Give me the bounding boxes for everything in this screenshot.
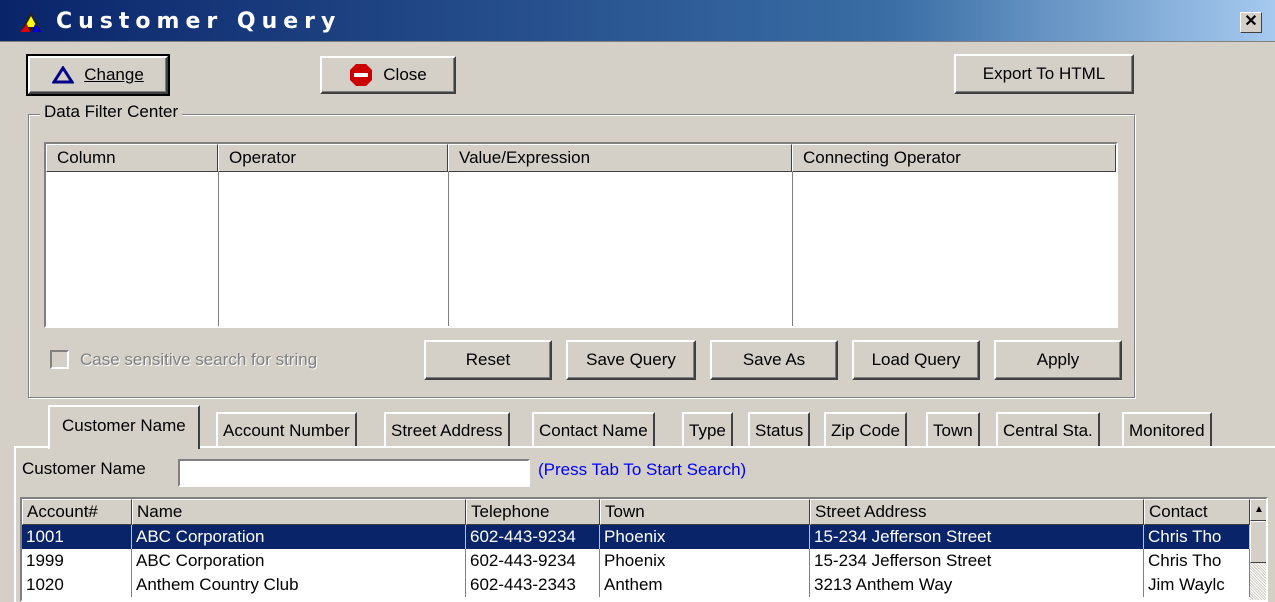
cell-telephone: 602-443-9234 <box>466 525 600 549</box>
customer-name-input[interactable] <box>178 459 530 487</box>
table-row[interactable]: 1020 Anthem Country Club 602-443-2343 An… <box>22 573 1250 597</box>
triangle-icon <box>52 66 75 84</box>
tab-status[interactable]: Status <box>748 412 811 448</box>
cell-town: Phoenix <box>600 525 810 549</box>
filter-column-header-column[interactable]: Column <box>46 144 218 172</box>
tab-zip-code[interactable]: Zip Code <box>824 412 907 448</box>
save-as-button[interactable]: Save As <box>710 340 838 380</box>
results-header-account[interactable]: Account# <box>22 499 132 525</box>
save-as-label: Save As <box>742 350 806 369</box>
filter-grid[interactable]: Column Operator Value/Expression Connect… <box>44 142 1118 328</box>
tab-account-number[interactable]: Account Number <box>216 412 357 448</box>
reset-label: Reset <box>465 350 511 369</box>
cell-town: Phoenix <box>600 549 810 573</box>
filter-column-header-connecting-operator[interactable]: Connecting Operator <box>792 144 1116 172</box>
cell-contact: Chris Tho <box>1144 549 1250 573</box>
stop-sign-icon <box>350 64 373 86</box>
case-sensitive-checkbox[interactable] <box>50 350 69 369</box>
cell-street-address: 15-234 Jefferson Street <box>810 525 1144 549</box>
scroll-thumb[interactable] <box>1250 521 1266 563</box>
cell-name: ABC Corporation <box>132 525 466 549</box>
table-row[interactable]: 1999 ABC Corporation 602-443-9234 Phoeni… <box>22 549 1250 573</box>
window-title: Customer Query <box>56 9 342 34</box>
cell-contact: Jim Waylc <box>1144 573 1250 597</box>
cell-name: Anthem Country Club <box>132 573 466 597</box>
case-sensitive-label: Case sensitive search for string <box>80 350 318 369</box>
close-label: Close <box>383 65 427 84</box>
app-triangle-icon <box>20 12 42 32</box>
reset-button[interactable]: Reset <box>424 340 552 380</box>
arrow-up-icon[interactable]: ▲ <box>1250 499 1266 521</box>
cell-contact: Chris Tho <box>1144 525 1250 549</box>
cell-account: 1999 <box>22 549 132 573</box>
window-close-button[interactable]: ✕ <box>1240 12 1262 33</box>
filter-column-divider <box>218 172 219 326</box>
title-bar[interactable]: Customer Query ✕ <box>0 0 1275 42</box>
filter-column-divider <box>448 172 449 326</box>
save-query-button[interactable]: Save Query <box>566 340 696 380</box>
save-query-label: Save Query <box>586 350 676 369</box>
cell-account: 1001 <box>22 525 132 549</box>
results-header-contact[interactable]: Contact <box>1144 499 1250 525</box>
load-query-label: Load Query <box>871 350 961 369</box>
cell-account: 1020 <box>22 573 132 597</box>
cell-town: Anthem <box>600 573 810 597</box>
tab-monitored[interactable]: Monitored <box>1122 412 1212 448</box>
tab-central-sta[interactable]: Central Sta. <box>996 412 1100 448</box>
search-hint: (Press Tab To Start Search) <box>538 460 747 479</box>
export-label: Export To HTML <box>982 64 1106 83</box>
vertical-scrollbar[interactable]: ▲ <box>1250 499 1266 600</box>
results-header-telephone[interactable]: Telephone <box>466 499 600 525</box>
tab-type[interactable]: Type <box>682 412 733 448</box>
results-header-town[interactable]: Town <box>600 499 810 525</box>
close-icon: ✕ <box>1244 13 1258 30</box>
tab-customer-name[interactable]: Customer Name <box>48 405 200 449</box>
filter-column-header-value[interactable]: Value/Expression <box>448 144 792 172</box>
cell-street-address: 15-234 Jefferson Street <box>810 549 1144 573</box>
cell-street-address: 3213 Anthem Way <box>810 573 1144 597</box>
filter-column-divider <box>792 172 793 326</box>
cell-name: ABC Corporation <box>132 549 466 573</box>
data-filter-group-label: Data Filter Center <box>40 102 183 122</box>
results-grid[interactable]: Account# Name Telephone Town Street Addr… <box>20 497 1268 602</box>
results-header-name[interactable]: Name <box>132 499 466 525</box>
customer-name-value <box>180 463 184 482</box>
results-header-street-address[interactable]: Street Address <box>810 499 1144 525</box>
cell-telephone: 602-443-2343 <box>466 573 600 597</box>
tab-street-address[interactable]: Street Address <box>384 412 510 448</box>
cell-telephone: 602-443-9234 <box>466 549 600 573</box>
table-row[interactable]: 1001 ABC Corporation 602-443-9234 Phoeni… <box>22 525 1250 549</box>
apply-button[interactable]: Apply <box>994 340 1122 380</box>
customer-name-label: Customer Name <box>22 459 146 478</box>
load-query-button[interactable]: Load Query <box>852 340 980 380</box>
change-label: Change <box>84 65 144 84</box>
tab-contact-name[interactable]: Contact Name <box>532 412 655 448</box>
apply-label: Apply <box>1036 350 1080 369</box>
filter-column-header-operator[interactable]: Operator <box>218 144 448 172</box>
tab-town[interactable]: Town <box>926 412 980 448</box>
close-button[interactable]: Close <box>320 56 456 94</box>
change-button[interactable]: Change <box>26 54 170 96</box>
export-html-button[interactable]: Export To HTML <box>954 54 1134 94</box>
